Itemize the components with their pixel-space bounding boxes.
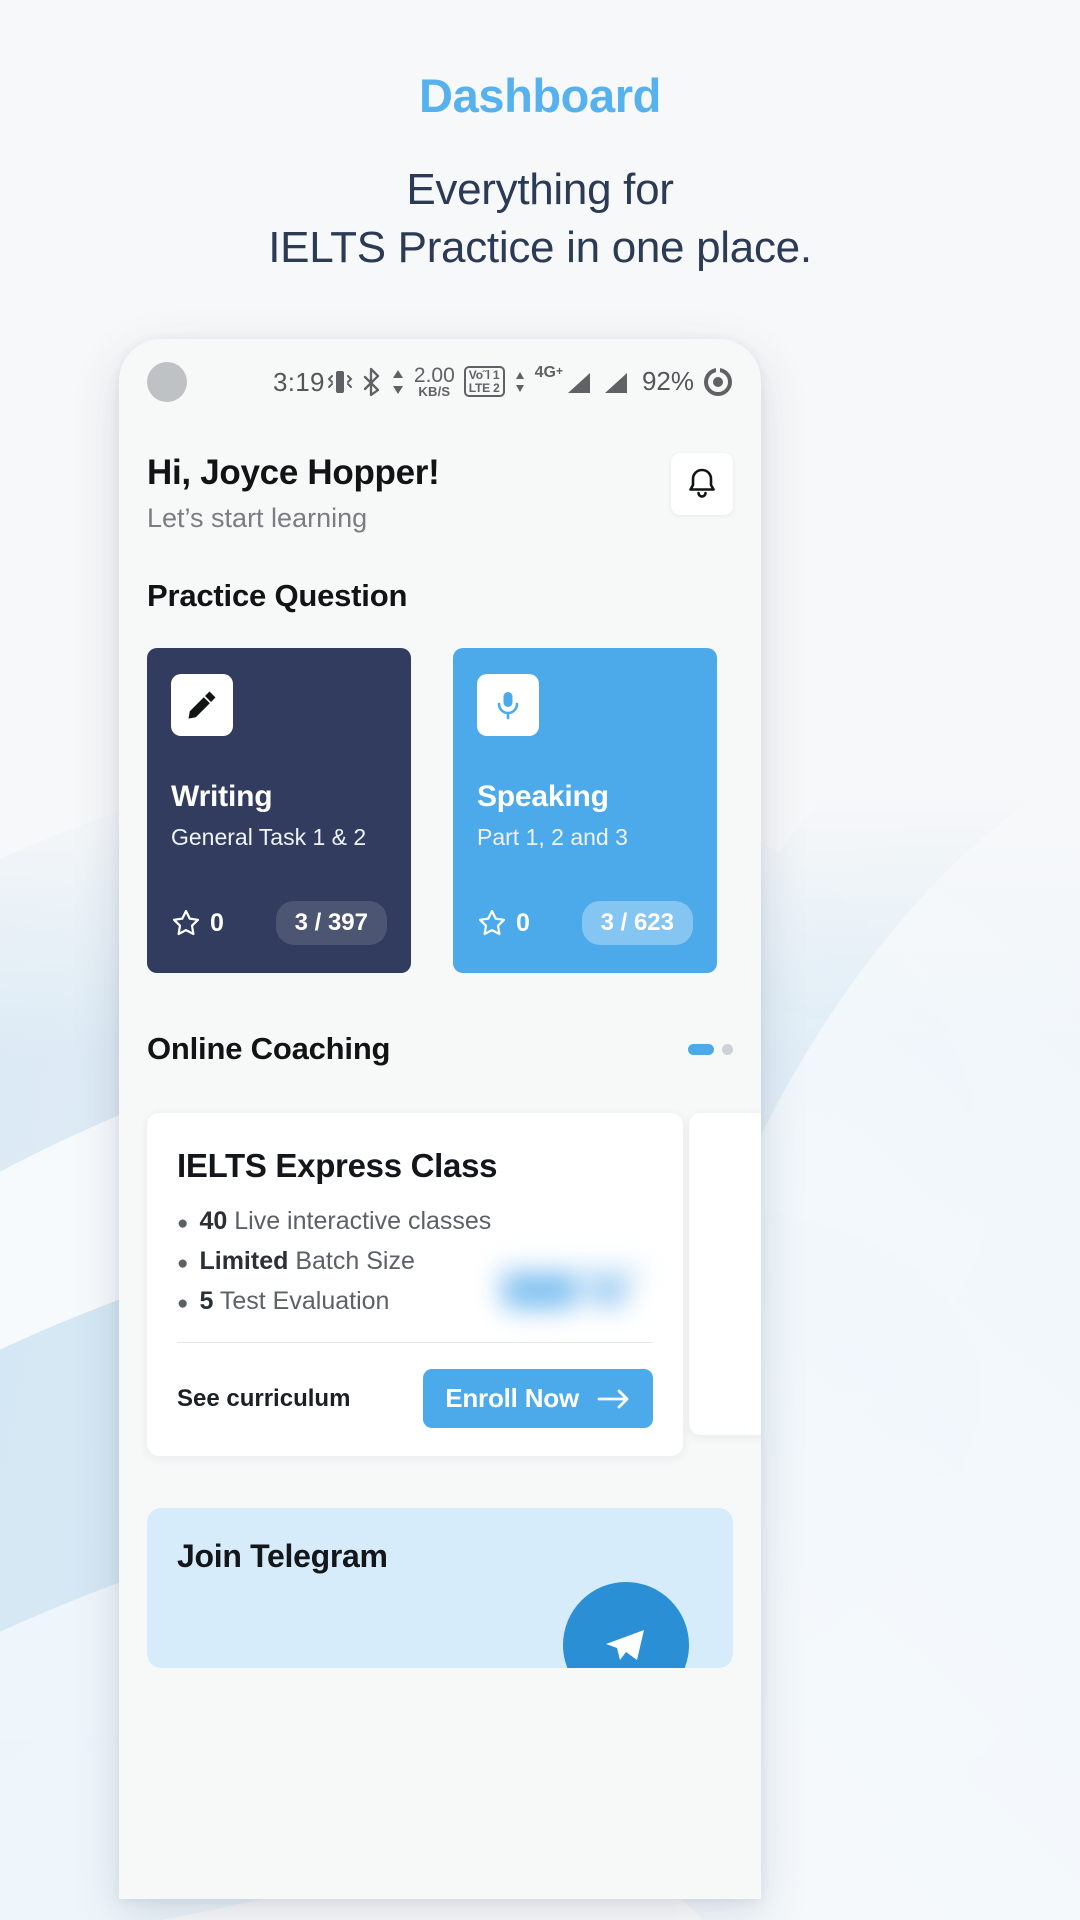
see-curriculum-link[interactable]: See curriculum <box>177 1385 350 1413</box>
status-bar: 3:19 2.00 KB/S Vo˝l 1 LTE 2 4G + 92% <box>119 339 761 425</box>
phone-mockup: 3:19 2.00 KB/S Vo˝l 1 LTE 2 4G + 92% Hi,… <box>119 339 761 1899</box>
data-rate-unit: KB/S <box>418 383 451 399</box>
volte-line-2: LTE 2 <box>468 381 500 396</box>
page-subtitle: Everything for IELTS Practice in one pla… <box>0 161 1080 277</box>
app-content: Hi, Joyce Hopper! Let’s start learning P… <box>119 425 761 1668</box>
writing-card-desc: General Task 1 & 2 <box>171 824 367 850</box>
coaching-card-title: IELTS Express Class <box>177 1147 498 1184</box>
speaking-card-footer: 0 3 / 623 <box>477 861 693 945</box>
star-icon <box>478 909 506 936</box>
speaking-card-icon-box <box>477 674 539 736</box>
signal-icon-1 <box>567 372 590 393</box>
coaching-card[interactable]: IELTS Express Class ● 40 Live interactiv… <box>147 1113 683 1456</box>
notification-button[interactable] <box>671 453 733 515</box>
speaking-card-progress-chip: 3 / 623 <box>581 901 693 945</box>
network-type-label: 4G <box>534 363 556 381</box>
greeting-text-block: Hi, Joyce Hopper! Let’s start learning <box>147 453 440 534</box>
practice-cards: Writing General Task 1 & 2 0 3 / 397 Spe… <box>147 648 733 973</box>
page-subtitle-line-2: IELTS Practice in one place. <box>268 223 812 273</box>
practice-card-writing[interactable]: Writing General Task 1 & 2 0 3 / 397 <box>147 648 411 973</box>
camera-dot-icon <box>147 362 187 402</box>
telegram-card[interactable]: Join Telegram <box>147 1508 733 1668</box>
battery-percent-label: 92% <box>641 366 694 397</box>
enroll-now-label: Enroll Now <box>445 1383 579 1413</box>
greeting-name: Hi, Joyce Hopper! <box>147 453 440 492</box>
bell-icon <box>689 468 715 498</box>
writing-card-progress-chip: 3 / 397 <box>275 901 387 945</box>
telegram-icon <box>606 1630 644 1660</box>
speaking-card-title: Speaking <box>477 780 609 813</box>
network-plus-label: + <box>555 363 563 378</box>
data-rate-indicator: 2.00 KB/S <box>413 364 455 399</box>
coaching-bullet-1-strong: 40 <box>199 1207 228 1235</box>
data-rate-value: 2.00 <box>413 364 455 388</box>
status-bar-time: 3:19 <box>273 366 325 397</box>
writing-card-title: Writing <box>171 780 273 813</box>
coaching-pagination[interactable] <box>688 1043 733 1055</box>
coaching-section-header: Online Coaching <box>147 1031 733 1067</box>
enroll-now-button[interactable]: Enroll Now <box>423 1369 653 1428</box>
bullet-dot-icon: ● <box>177 1293 189 1314</box>
greeting-row: Hi, Joyce Hopper! Let’s start learning <box>147 425 733 534</box>
writing-card-star-count: 0 <box>210 908 224 937</box>
speaking-card-star-count: 0 <box>516 908 530 937</box>
data-transfer-icon <box>392 369 403 394</box>
page-subtitle-line-1: Everything for <box>406 165 674 214</box>
speaking-card-star-group[interactable]: 0 <box>477 908 530 938</box>
data-transfer-icon-2 <box>515 371 524 392</box>
coaching-bullet-1: ● 40 Live interactive classes <box>177 1207 653 1236</box>
coaching-bullet-1-text: Live interactive classes <box>234 1207 492 1235</box>
telegram-icon-circle <box>563 1582 689 1668</box>
coaching-card-divider <box>177 1342 653 1343</box>
coaching-section-title: Online Coaching <box>147 1031 391 1066</box>
bullet-dot-icon: ● <box>177 1213 189 1234</box>
coaching-card-blurred-badge <box>495 1263 665 1323</box>
writing-card-star-group[interactable]: 0 <box>171 908 224 938</box>
coaching-carousel: IELTS Express Class ● 40 Live interactiv… <box>147 1113 761 1456</box>
microphone-icon <box>497 692 519 720</box>
practice-section-title: Practice Question <box>147 578 408 613</box>
status-bar-icons: 2.00 KB/S Vo˝l 1 LTE 2 4G + 92% <box>327 363 733 399</box>
coaching-bullet-2-text: Batch Size <box>295 1247 415 1275</box>
battery-icon <box>704 367 732 396</box>
star-icon <box>172 909 200 936</box>
greeting-subtitle: Let’s start learning <box>147 503 368 533</box>
arrow-right-icon <box>597 1389 629 1408</box>
bullet-dot-icon: ● <box>177 1253 189 1274</box>
pagination-dot-2[interactable] <box>722 1043 733 1055</box>
coaching-bullet-2-strong: Limited <box>199 1247 289 1275</box>
volte-icon: Vo˝l 1 LTE 2 <box>463 366 505 398</box>
coaching-bullet-3-text: Test Evaluation <box>219 1287 390 1315</box>
speaking-card-desc: Part 1, 2 and 3 <box>477 824 628 850</box>
bluetooth-icon <box>363 367 380 397</box>
practice-card-speaking[interactable]: Speaking Part 1, 2 and 3 0 3 / 623 <box>453 648 717 973</box>
vibrate-icon <box>327 370 353 393</box>
writing-card-icon-box <box>171 674 233 736</box>
pencil-icon <box>188 691 216 719</box>
coaching-card-next-peek[interactable] <box>689 1113 761 1435</box>
pagination-dot-1[interactable] <box>688 1043 714 1055</box>
coaching-card-footer: See curriculum Enroll Now <box>177 1369 653 1428</box>
coaching-bullet-3-strong: 5 <box>199 1287 214 1315</box>
signal-icon-2 <box>604 372 627 393</box>
telegram-card-title: Join Telegram <box>177 1538 388 1574</box>
volte-line-1: Vo˝l 1 <box>468 368 500 383</box>
page-title: Dashboard <box>419 69 661 122</box>
page-header: Dashboard Everything for IELTS Practice … <box>0 0 1080 277</box>
writing-card-footer: 0 3 / 397 <box>171 861 387 945</box>
